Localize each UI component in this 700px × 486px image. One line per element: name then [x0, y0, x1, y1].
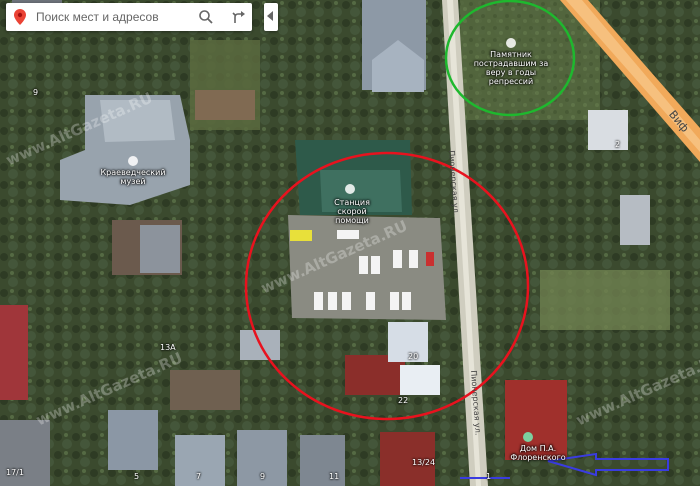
ambulance-station-icon[interactable]	[345, 184, 355, 194]
landmark-icon[interactable]	[523, 432, 533, 442]
search-input[interactable]	[36, 8, 196, 26]
search-box	[6, 3, 252, 31]
poi-monument-label[interactable]: Памятник пострадавшим за веру в годы реп…	[466, 50, 556, 86]
museum-icon[interactable]	[128, 156, 138, 166]
house-number: 9	[33, 88, 39, 97]
house-number: 7	[196, 472, 202, 481]
monument-icon[interactable]	[506, 38, 516, 48]
collapse-panel-button[interactable]	[264, 3, 278, 31]
house-number: 11	[329, 472, 340, 481]
house-number: 17/1	[6, 468, 24, 477]
house-number: 1	[486, 472, 492, 481]
poi-ambulance-label[interactable]: Станция скорой помощи	[320, 198, 384, 225]
house-number: 9	[260, 472, 266, 481]
map-pin-icon	[14, 9, 26, 29]
map-satellite-view[interactable]: www.AltGazeta.RU www.AltGazeta.RU www.Al…	[0, 0, 700, 486]
house-number: 20	[408, 352, 419, 361]
directions-icon[interactable]	[230, 9, 246, 25]
poi-house-label[interactable]: Дом П.А. Флоренского	[508, 444, 568, 462]
house-number: 13/24	[412, 458, 436, 467]
house-number: 2	[615, 140, 621, 149]
house-number: 13А	[160, 343, 176, 352]
house-number: 22	[398, 396, 409, 405]
house-number: 5	[134, 472, 140, 481]
poi-museum-label[interactable]: Краеведческий музей	[98, 168, 168, 186]
collapse-panel-icon	[267, 11, 273, 21]
search-icon[interactable]	[198, 9, 214, 25]
